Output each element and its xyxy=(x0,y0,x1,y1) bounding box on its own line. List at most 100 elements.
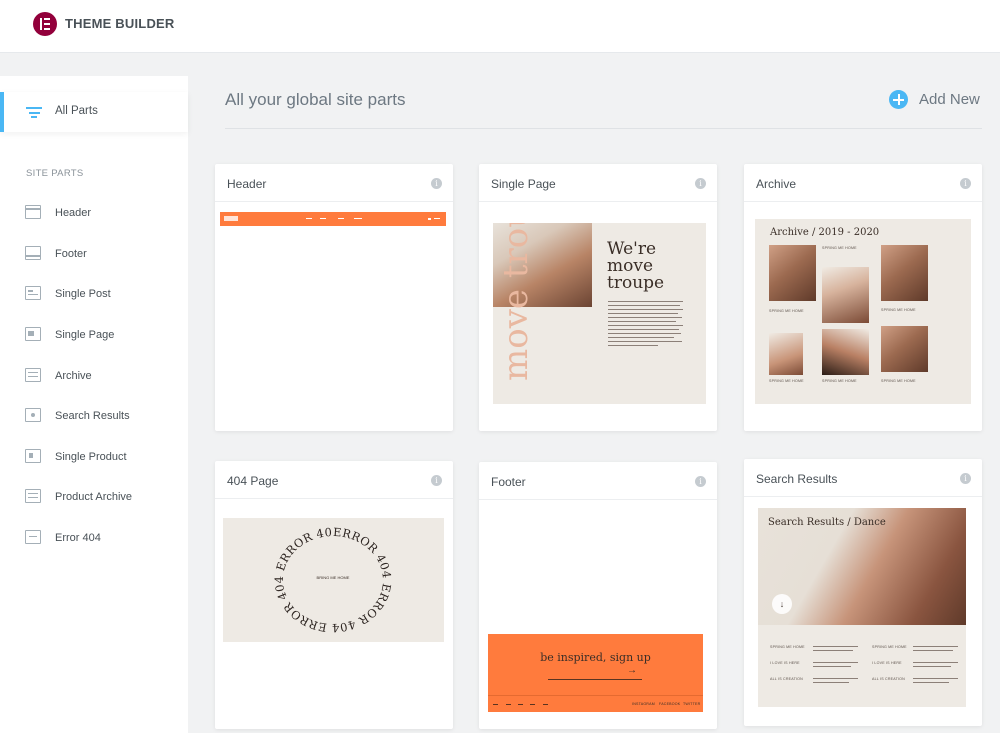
archive-caption: SPRING ME HOME xyxy=(881,379,916,383)
single-product-icon xyxy=(25,449,41,463)
filter-icon xyxy=(26,107,42,118)
scroll-down-icon: ↓ xyxy=(772,594,792,614)
header-preview xyxy=(220,212,446,226)
search-row-title: ALL IS CREATION xyxy=(872,677,905,681)
divider xyxy=(225,128,982,129)
search-row-title: ALL IS CREATION xyxy=(770,677,803,681)
error-ring-graphic: ERROR 404 ERROR 404 ERROR 404 ERROR 404 … xyxy=(223,518,394,635)
part-card-header[interactable]: Header i xyxy=(215,164,453,431)
sidebar-item-label: Product Archive xyxy=(55,491,133,503)
sidebar-item-label: Single Product xyxy=(55,451,127,463)
header-icon xyxy=(25,205,41,219)
part-card-archive[interactable]: Archive i Archive / 2019 - 2020 SPRING M… xyxy=(744,164,982,431)
card-header: Search Results i xyxy=(744,459,982,497)
info-icon[interactable]: i xyxy=(695,178,706,189)
sidebar-item-error-404[interactable]: Error 404 xyxy=(0,524,188,552)
card-title: 404 Page xyxy=(227,474,279,488)
search-results-preview: Search Results / Dance ↓ SPRING ME HOME … xyxy=(758,508,966,707)
search-results-icon xyxy=(25,408,41,422)
ring-text: ERROR 404 ERROR 404 ERROR 404 ERROR 404 xyxy=(223,518,394,635)
footer-link: FACEBOOK xyxy=(659,702,681,706)
app-title: THEME BUILDER xyxy=(65,16,175,31)
archive-icon xyxy=(25,368,41,382)
sidebar-item-single-post[interactable]: Single Post xyxy=(0,280,188,308)
archive-photo xyxy=(822,329,869,375)
search-row-title: SPRING ME HOME xyxy=(770,645,805,649)
info-icon[interactable]: i xyxy=(431,475,442,486)
search-title: Search Results / Dance xyxy=(768,517,886,528)
arrow-icon: → xyxy=(627,665,637,676)
card-header: Header i xyxy=(215,164,453,202)
card-header: Footer i xyxy=(479,462,717,500)
error-404-icon xyxy=(25,530,41,544)
single-page-icon xyxy=(25,327,41,341)
footer-icon xyxy=(25,246,41,260)
card-header: Archive i xyxy=(744,164,982,202)
footer-preview: be inspired, sign up → INSTAGRAM FACEBOO… xyxy=(488,634,703,712)
single-post-icon xyxy=(25,286,41,300)
part-card-footer[interactable]: Footer i be inspired, sign up → INSTAGRA… xyxy=(479,462,717,729)
card-title: Footer xyxy=(491,475,526,489)
archive-caption: SPRING ME HOME xyxy=(769,379,804,383)
card-title: Header xyxy=(227,177,267,191)
archive-caption: SPRING ME HOME xyxy=(881,308,916,312)
info-icon[interactable]: i xyxy=(960,473,971,484)
part-card-404-page[interactable]: 404 Page i ERROR 404 ERROR 404 ERROR 404… xyxy=(215,461,453,729)
sidebar-item-label: Single Page xyxy=(55,329,115,341)
card-title: Single Page xyxy=(491,177,556,191)
add-new-label: Add New xyxy=(919,91,980,108)
sidebar-item-product-archive[interactable]: Product Archive xyxy=(0,483,188,511)
sidebar-item-label: Search Results xyxy=(55,410,130,422)
page-title: All your global site parts xyxy=(225,90,406,109)
footer-divider xyxy=(488,695,703,696)
archive-title: Archive / 2019 - 2020 xyxy=(770,227,880,238)
card-header: Single Page i xyxy=(479,164,717,202)
archive-caption: SPRING ME HOME xyxy=(769,309,804,313)
archive-preview: Archive / 2019 - 2020 SPRING ME HOME SPR… xyxy=(755,219,971,404)
sidebar-item-header[interactable]: Header xyxy=(0,199,188,227)
sidebar-item-label: Header xyxy=(55,207,92,219)
info-icon[interactable]: i xyxy=(695,476,706,487)
archive-photo xyxy=(769,245,816,301)
sidebar-item-label: Error 404 xyxy=(55,532,101,544)
sidebar-item-label: Single Post xyxy=(55,288,111,300)
cta-underline xyxy=(548,679,642,680)
sidebar-item-single-page[interactable]: Single Page xyxy=(0,321,188,349)
sidebar-item-search-results[interactable]: Search Results xyxy=(0,402,188,430)
archive-photo xyxy=(822,267,869,323)
error-404-preview: ERROR 404 ERROR 404 ERROR 404 ERROR 404 … xyxy=(223,518,444,642)
search-row-title: SPRING ME HOME xyxy=(872,645,907,649)
svg-text:ERROR 404 ERROR 404 ERROR 404: ERROR 404 ERROR 404 ERROR 404 ERROR 404 xyxy=(223,518,394,635)
card-title: Archive xyxy=(756,177,797,191)
single-page-preview: move troupe We're move troupe xyxy=(493,223,706,404)
product-archive-icon xyxy=(25,489,41,503)
body-text-lines xyxy=(608,301,683,346)
archive-photo xyxy=(769,333,803,375)
search-row-title: I LOVE IS HERE xyxy=(770,661,800,665)
footer-link: TWITTER xyxy=(683,702,701,706)
sidebar-item-label: Footer xyxy=(55,248,87,260)
vertical-text: move troupe xyxy=(496,223,536,381)
archive-caption: SPRING ME HOME xyxy=(822,246,857,250)
search-row-title: I LOVE IS HERE xyxy=(872,661,902,665)
part-card-single-page[interactable]: Single Page i move troupe We're move tro… xyxy=(479,164,717,431)
card-title: Search Results xyxy=(756,472,838,486)
sidebar-item-footer[interactable]: Footer xyxy=(0,240,188,268)
part-card-search-results[interactable]: Search Results i Search Results / Dance … xyxy=(744,459,982,726)
headline: We're move troupe xyxy=(607,239,665,293)
info-icon[interactable]: i xyxy=(960,178,971,189)
sidebar-section-title: SITE PARTS xyxy=(26,168,84,179)
sidebar-item-archive[interactable]: Archive xyxy=(0,362,188,390)
archive-photo xyxy=(881,326,928,372)
sidebar-item-all-parts[interactable]: All Parts xyxy=(0,92,188,132)
footer-cta: be inspired, sign up xyxy=(540,651,651,664)
info-icon[interactable]: i xyxy=(431,178,442,189)
sidebar: All Parts SITE PARTS Header Footer Singl… xyxy=(0,76,188,733)
sidebar-item-single-product[interactable]: Single Product xyxy=(0,443,188,471)
elementor-logo-icon xyxy=(33,12,57,36)
archive-photo xyxy=(881,245,928,301)
footer-link: INSTAGRAM xyxy=(632,702,655,706)
card-header: 404 Page i xyxy=(215,461,453,499)
top-bar: THEME BUILDER xyxy=(0,0,1000,53)
plus-icon xyxy=(889,90,908,109)
